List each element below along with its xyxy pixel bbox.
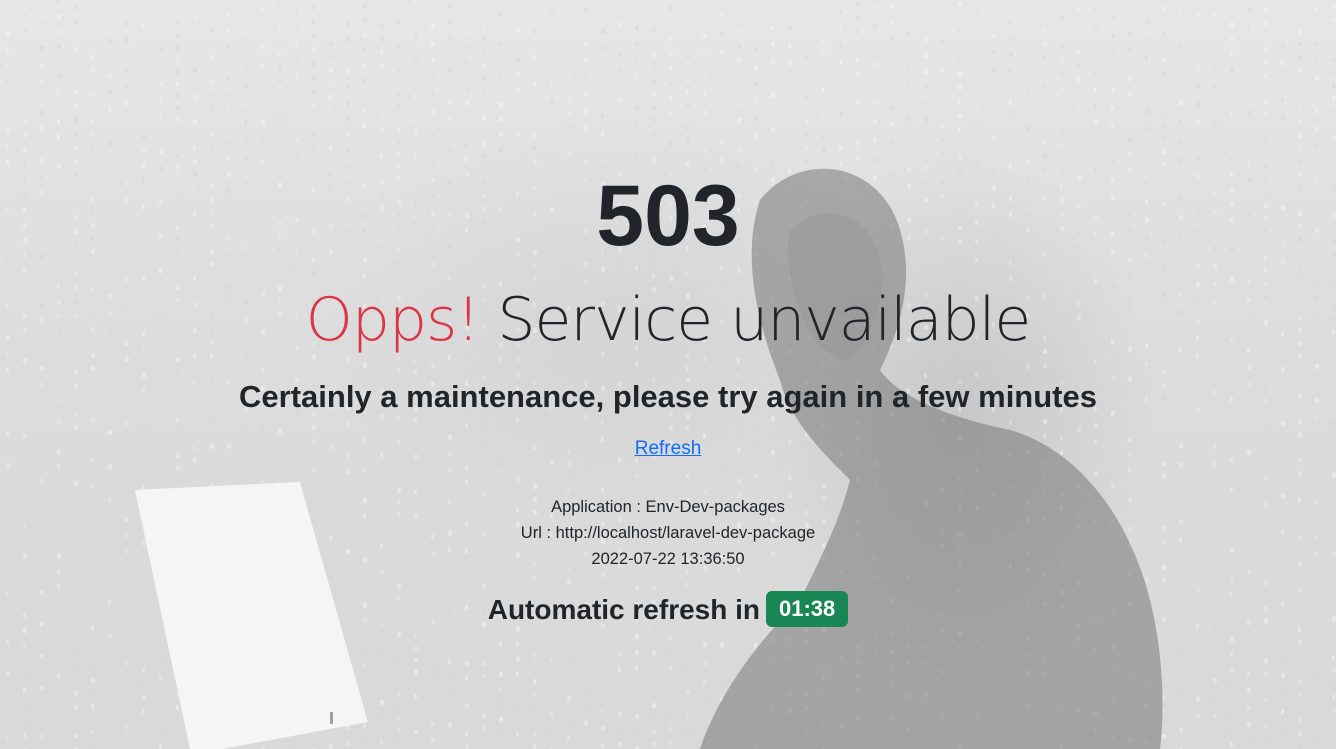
app-info: Application : Env-Dev-packages Url : htt…: [0, 494, 1336, 572]
headline-text: Service unvailable: [497, 285, 1031, 355]
background-image: [0, 0, 1336, 749]
error-code: 503: [596, 168, 740, 264]
auto-refresh: Automatic refresh in 01:38: [0, 590, 1336, 630]
countdown-badge: 01:38: [766, 591, 849, 627]
maintenance-message: Certainly a maintenance, please try agai…: [239, 379, 1097, 414]
application-url: Url : http://localhost/laravel-dev-packa…: [520, 524, 816, 542]
refresh-link[interactable]: Refresh: [618, 437, 718, 461]
error-headline: Opps! Service unvailable: [0, 282, 1336, 358]
timestamp: 2022-07-22 13:36:50: [591, 550, 745, 568]
auto-refresh-label: Automatic refresh in: [487, 594, 760, 625]
application-name: Application : Env-Dev-packages: [551, 498, 785, 516]
background-veil: [0, 0, 1336, 749]
headline-accent: Opps!: [305, 285, 481, 355]
